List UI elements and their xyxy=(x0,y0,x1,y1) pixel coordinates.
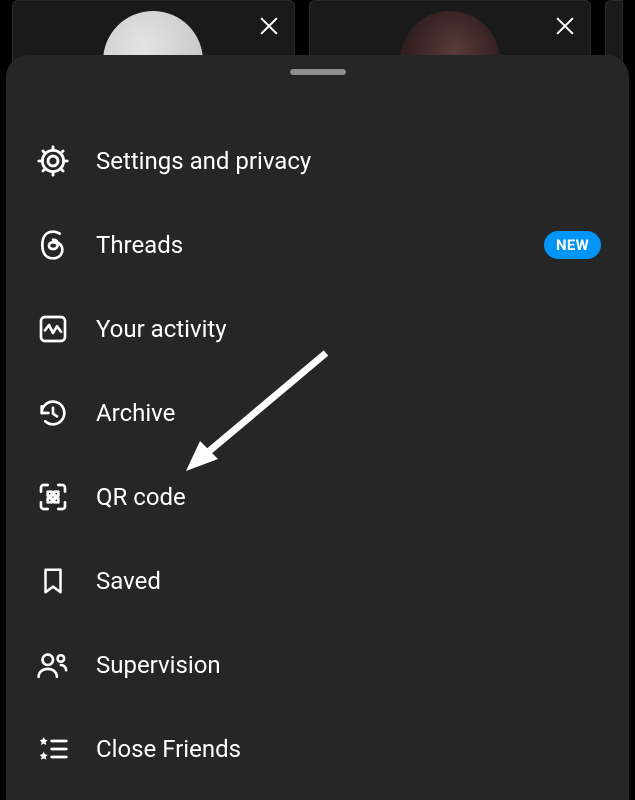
menu-item-activity[interactable]: Your activity xyxy=(6,287,629,371)
threads-icon xyxy=(34,226,72,264)
menu-item-label: Threads xyxy=(96,231,544,259)
close-icon[interactable] xyxy=(554,15,576,37)
menu-item-qr[interactable]: QR code xyxy=(6,455,629,539)
bottom-sheet: Settings and privacy Threads NEW Your ac… xyxy=(6,55,629,800)
menu-item-label: Supervision xyxy=(96,651,601,679)
menu-item-label: Saved xyxy=(96,567,601,595)
menu-item-label: Settings and privacy xyxy=(96,147,601,175)
menu-list: Settings and privacy Threads NEW Your ac… xyxy=(6,119,629,791)
gear-icon xyxy=(34,142,72,180)
menu-item-label: QR code xyxy=(96,483,601,511)
menu-item-supervision[interactable]: Supervision xyxy=(6,623,629,707)
menu-item-label: Your activity xyxy=(96,315,601,343)
menu-item-settings[interactable]: Settings and privacy xyxy=(6,119,629,203)
menu-item-label: Archive xyxy=(96,399,601,427)
menu-item-archive[interactable]: Archive xyxy=(6,371,629,455)
supervision-icon xyxy=(34,646,72,684)
close-icon[interactable] xyxy=(258,15,280,37)
new-badge: NEW xyxy=(544,231,601,259)
close-friends-icon xyxy=(34,730,72,768)
menu-item-label: Close Friends xyxy=(96,735,601,763)
archive-icon xyxy=(34,394,72,432)
activity-icon xyxy=(34,310,72,348)
menu-item-saved[interactable]: Saved xyxy=(6,539,629,623)
menu-item-close-friends[interactable]: Close Friends xyxy=(6,707,629,791)
bookmark-icon xyxy=(34,562,72,600)
qr-icon xyxy=(34,478,72,516)
drag-handle[interactable] xyxy=(290,69,346,75)
menu-item-threads[interactable]: Threads NEW xyxy=(6,203,629,287)
